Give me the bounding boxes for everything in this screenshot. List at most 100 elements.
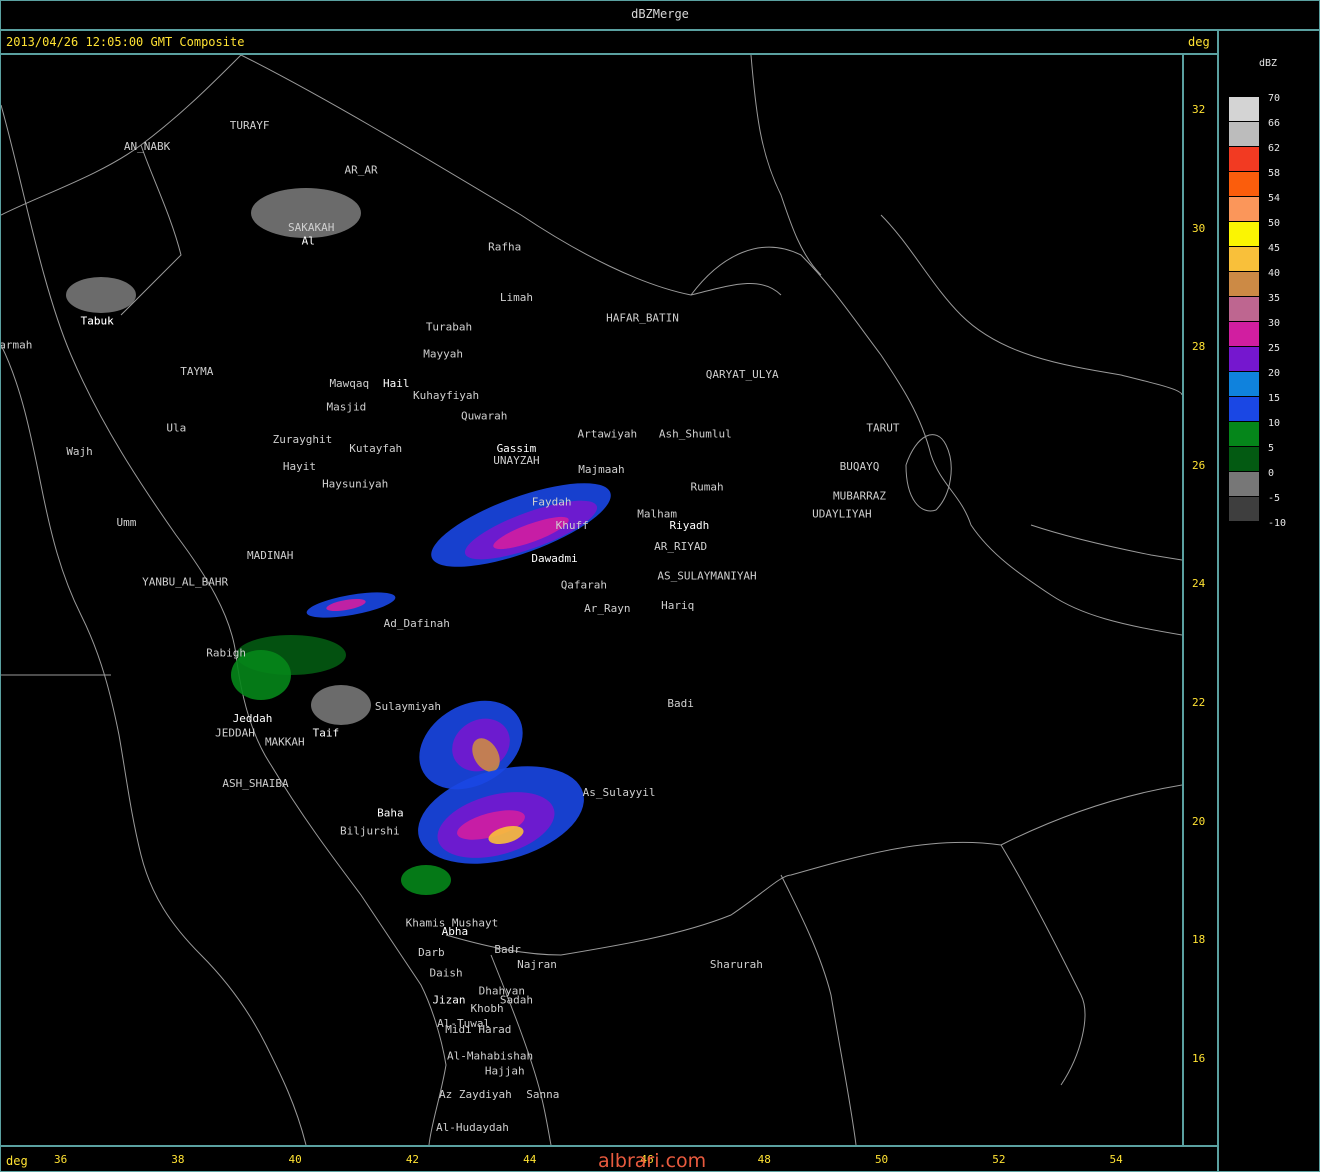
city-label: As_Sulayyil [583, 786, 656, 799]
radar-site-label[interactable]: Abha [442, 925, 469, 938]
radar-site-label[interactable]: Jeddah [233, 712, 273, 725]
city-label: Rumah [690, 481, 723, 494]
city-label: AS_SULAYMANIYAH [657, 570, 756, 583]
legend-label: 5 [1268, 443, 1275, 454]
lat-tick-label: 20 [1192, 814, 1206, 828]
city-label: Kuhayfiyah [413, 389, 479, 402]
city-label: YANBU_AL_BAHR [142, 575, 228, 588]
city-label: Az Zaydiyah [439, 1088, 512, 1101]
radar-site-label[interactable]: Dawadmi [531, 552, 577, 565]
legend-swatch [1229, 172, 1259, 196]
lat-tick-label: 30 [1192, 221, 1206, 235]
city-label: Biljurshi [340, 824, 400, 837]
city-label: Limah [500, 291, 533, 304]
country-borders [1, 55, 1182, 1145]
city-label: Darb [418, 946, 445, 959]
city-label: TAYMA [180, 365, 213, 378]
city-label: Kutayfah [349, 442, 402, 455]
lon-tick-label: 36 [53, 1153, 68, 1166]
city-label: HAFAR_BATIN [606, 312, 679, 325]
legend-unit: dBZ [1259, 58, 1278, 69]
legend-label: -5 [1268, 493, 1281, 504]
legend-swatch [1229, 272, 1259, 296]
legend-swatch [1229, 97, 1259, 121]
radar-site-label[interactable]: Riyadh [670, 519, 710, 532]
city-label: Mawqaq [329, 377, 369, 390]
radar-map[interactable]: TURAYF AN_NABK AR_AR SAKAKAH Rafha Limah Tabuk… [0, 54, 1183, 1146]
legend-swatch [1229, 347, 1259, 371]
radar-site-label[interactable]: Jizan [432, 993, 465, 1006]
legend-label: 45 [1268, 243, 1281, 254]
radar-site-label[interactable]: Gassim [497, 442, 537, 455]
legend-label: 30 [1268, 318, 1281, 329]
city-label: Faydah [532, 495, 572, 508]
radar-site-label[interactable]: Tabuk [81, 315, 114, 328]
latitude-axis [1183, 54, 1218, 1146]
lat-tick-label: 18 [1192, 933, 1206, 947]
city-label: Daish [430, 967, 463, 980]
legend-swatch [1229, 322, 1259, 346]
city-label: Umm [117, 516, 137, 529]
echo-cell [401, 865, 451, 895]
city-label: QARYAT_ULYA [706, 368, 779, 381]
legend-label: 66 [1268, 118, 1281, 129]
legend-swatch [1229, 222, 1259, 246]
city-label: Quwarah [461, 410, 507, 423]
city-label: Sadah [500, 993, 533, 1006]
city-label: Badr [494, 943, 521, 956]
legend-label: -10 [1268, 518, 1287, 529]
radar-site-label[interactable]: Al [302, 235, 315, 248]
city-label: MUBARRAZ [833, 490, 886, 503]
lon-tick-label: 38 [171, 1153, 185, 1166]
city-label: Midi Harad [445, 1023, 511, 1036]
city-label: JEDDAH [215, 727, 255, 740]
legend-swatch [1229, 422, 1259, 446]
city-labels: TURAYF AN_NABK AR_AR SAKAKAH Rafha Limah Tabuk… [1, 119, 900, 1134]
legend-label: 58 [1268, 168, 1281, 179]
radar-site-label[interactable]: Baha [377, 807, 404, 820]
radar-site-label[interactable]: Hail [383, 377, 410, 390]
legend-swatch [1229, 197, 1259, 221]
radar-site-label[interactable]: Taif [313, 727, 340, 740]
legend-label: 62 [1268, 143, 1281, 154]
city-label: UNAYZAH [493, 454, 539, 467]
city-label: Artawiyah [578, 427, 638, 440]
legend-label: 20 [1268, 368, 1281, 379]
legend-swatch [1229, 472, 1259, 496]
radar-echoes [66, 188, 611, 895]
legend-swatch [1229, 372, 1259, 396]
city-label: Haysuniyah [322, 478, 388, 491]
lon-tick-label: 52 [992, 1153, 1006, 1166]
city-label: Majmaah [578, 463, 624, 476]
city-label: Turabah [426, 321, 472, 334]
legend-swatch [1229, 147, 1259, 171]
lon-tick-label: 44 [523, 1153, 537, 1166]
city-label: TARUT [866, 421, 899, 434]
city-label: Al-Mahabishah [447, 1050, 533, 1063]
city-label: SAKAKAH [288, 221, 334, 234]
city-label: UDAYLIYAH [812, 507, 872, 520]
city-label: Khuff [556, 519, 589, 532]
lon-tick-label: 40 [288, 1153, 302, 1166]
lon-tick-label: 54 [1109, 1153, 1123, 1166]
legend-label: 0 [1268, 468, 1275, 479]
city-label: Rafha [488, 241, 521, 254]
city-label: Masjid [327, 401, 367, 414]
echo-cell [66, 277, 136, 313]
lon-tick-label: 48 [757, 1153, 771, 1166]
lat-unit-label: deg [1188, 35, 1210, 49]
legend-swatch [1229, 297, 1259, 321]
lat-tick-label: 16 [1192, 1051, 1206, 1065]
city-label: Ar_Rayn [584, 602, 630, 615]
echo-cell [311, 685, 371, 725]
city-label: Ula [166, 421, 186, 434]
city-label: Zurayghit [273, 433, 333, 446]
window-title: dBZMerge [631, 7, 689, 21]
map-canvas: TURAYF AN_NABK AR_AR SAKAKAH Rafha Limah Tabuk… [1, 55, 1182, 1145]
city-label: Hajjah [485, 1064, 525, 1077]
city-label: Rabigh [206, 647, 246, 660]
city-label: ASH_SHAIBA [222, 777, 289, 790]
legend-swatch [1229, 397, 1259, 421]
city-label: Ash_Shumlul [659, 427, 732, 440]
lon-tick-label: 42 [405, 1153, 420, 1166]
